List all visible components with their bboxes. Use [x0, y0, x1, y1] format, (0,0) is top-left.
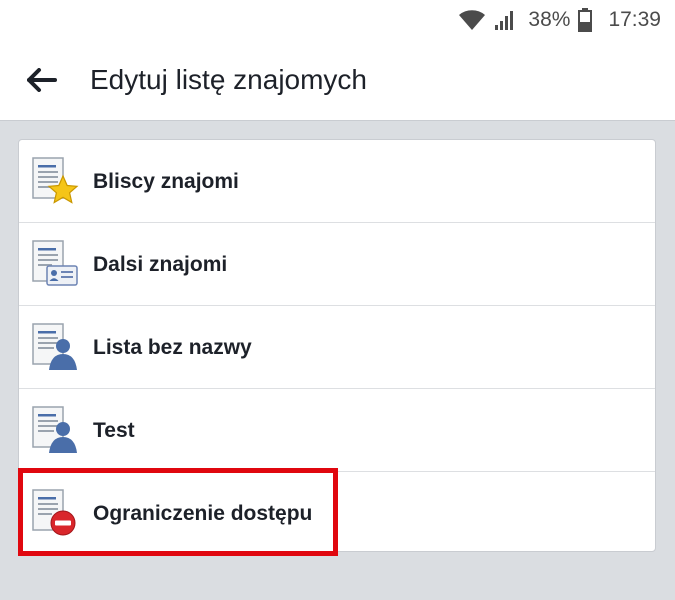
list-person-icon [29, 405, 81, 457]
status-icons: 38% 17:39 [458, 6, 661, 34]
status-bar: 38% 17:39 [0, 0, 675, 40]
list-item-label: Ograniczenie dostępu [93, 501, 313, 525]
list-item-label: Dalsi znajomi [93, 252, 228, 276]
list-item-dalsi-znajomi[interactable]: Dalsi znajomi [19, 223, 655, 306]
back-button[interactable] [20, 60, 64, 104]
signal-icon [494, 9, 516, 31]
list-id-card-icon [29, 239, 81, 291]
arrow-left-icon [27, 67, 57, 97]
list-person-icon [29, 322, 81, 374]
wifi-icon [458, 9, 486, 31]
list-item-label: Test [93, 418, 135, 442]
list-item-test[interactable]: Test [19, 389, 655, 472]
list-item-ograniczenie-dostepu[interactable]: Ograniczenie dostępu [19, 472, 655, 551]
battery-icon [578, 8, 593, 32]
list-restricted-icon [29, 488, 81, 540]
list-item-label: Bliscy znajomi [93, 169, 239, 193]
clock: 17:39 [608, 8, 661, 31]
list-item-lista-bez-nazwy[interactable]: Lista bez nazwy [19, 306, 655, 389]
friend-lists: Bliscy znajomi Dalsi znajomi Lista bez n… [18, 139, 656, 552]
list-item-bliscy-znajomi[interactable]: Bliscy znajomi [19, 140, 655, 223]
app-bar: Edytuj listę znajomych [0, 40, 675, 121]
list-item-label: Lista bez nazwy [93, 335, 252, 359]
list-star-icon [29, 156, 81, 208]
battery-percent: 38% [528, 8, 571, 31]
page-title: Edytuj listę znajomych [90, 64, 368, 95]
